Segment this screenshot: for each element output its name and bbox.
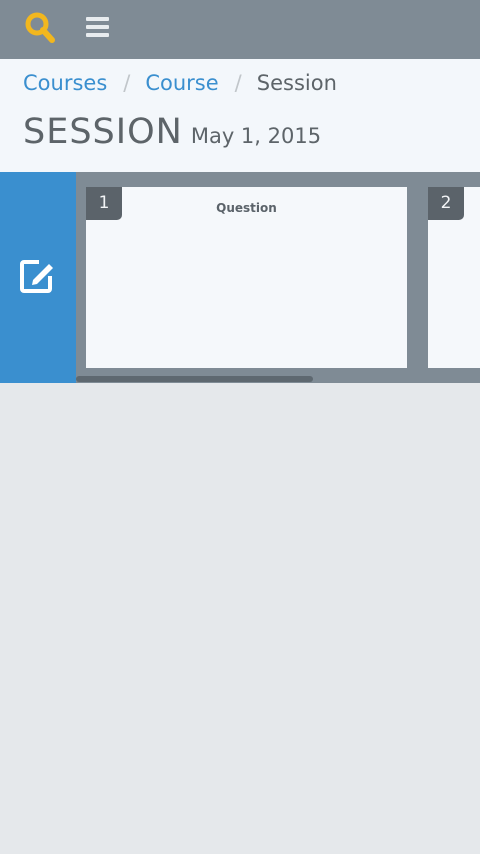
- breadcrumb-courses-link[interactable]: Courses: [23, 71, 107, 95]
- horizontal-scrollbar[interactable]: [76, 376, 313, 382]
- question-card[interactable]: 1 Question: [86, 187, 407, 368]
- question-number-badge: 2: [428, 187, 464, 220]
- breadcrumb-course-link[interactable]: Course: [145, 71, 218, 95]
- top-bar: [0, 0, 480, 59]
- edit-icon: [20, 260, 55, 293]
- hamburger-menu-icon[interactable]: [86, 17, 110, 39]
- question-strip: 1 Question 2: [0, 172, 480, 383]
- question-card-label: Question: [216, 201, 277, 215]
- breadcrumb: Courses / Course / Session: [23, 71, 337, 101]
- edit-button[interactable]: [0, 172, 76, 383]
- breadcrumb-separator: /: [234, 71, 242, 95]
- session-date: May 1, 2015: [190, 124, 322, 148]
- page-title-text: SESSION: [23, 112, 183, 152]
- page-title: SESSION May 1, 2015: [23, 112, 321, 152]
- breadcrumb-current: Session: [256, 71, 337, 95]
- question-card[interactable]: 2: [428, 187, 480, 368]
- magnifier-logo-icon[interactable]: [24, 11, 58, 45]
- breadcrumb-separator: /: [123, 71, 131, 95]
